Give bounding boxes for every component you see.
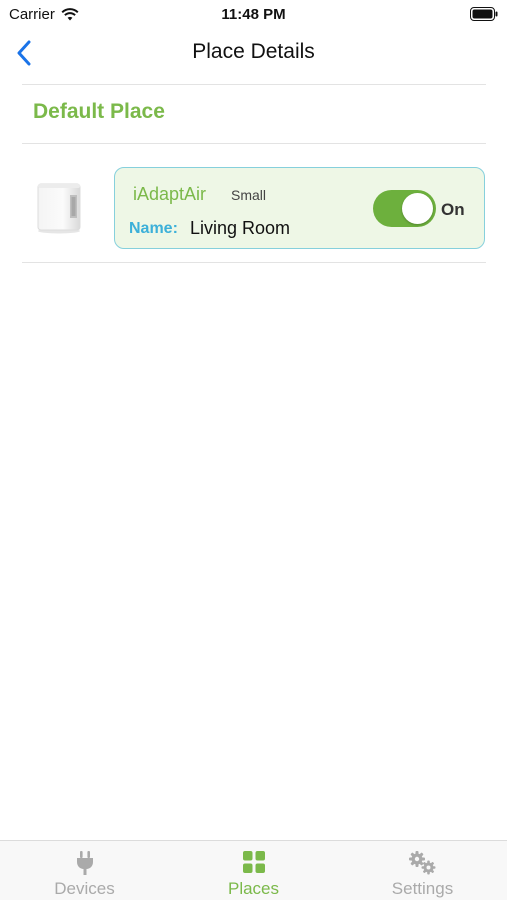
status-bar: Carrier 11:48 PM bbox=[0, 0, 507, 28]
divider bbox=[22, 262, 486, 263]
device-model: iAdaptAir bbox=[133, 184, 207, 204]
grid-icon bbox=[242, 851, 265, 873]
battery-icon bbox=[470, 7, 498, 21]
tab-devices-label: Devices bbox=[54, 879, 115, 898]
toggle-knob bbox=[402, 193, 433, 224]
plug-icon bbox=[76, 851, 93, 875]
page-title: Place Details bbox=[192, 40, 315, 63]
device-name-value: Living Room bbox=[190, 218, 291, 238]
power-toggle[interactable] bbox=[373, 190, 436, 227]
tab-settings[interactable]: Settings bbox=[338, 841, 507, 900]
divider bbox=[22, 143, 486, 144]
gears-icon bbox=[408, 851, 435, 875]
tab-devices[interactable]: Devices bbox=[0, 841, 169, 900]
status-time: 11:48 PM bbox=[221, 6, 286, 23]
device-list-item: iAdaptAir Small Name: Living Room On bbox=[22, 145, 486, 263]
nav-bar: Place Details bbox=[0, 28, 507, 84]
device-card[interactable]: iAdaptAir Small Name: Living Room On bbox=[114, 167, 485, 249]
power-state-label: On bbox=[441, 200, 465, 219]
device-size: Small bbox=[231, 187, 267, 203]
air-purifier-thumbnail bbox=[37, 183, 81, 234]
tab-places-label: Places bbox=[227, 879, 280, 898]
place-name-header: Default Place bbox=[33, 100, 165, 123]
divider bbox=[22, 84, 486, 85]
tab-settings-label: Settings bbox=[391, 879, 454, 898]
tab-bar: Devices Places Settings bbox=[0, 840, 507, 900]
device-name-label: Name: bbox=[129, 220, 178, 237]
tab-places[interactable]: Places bbox=[169, 841, 338, 900]
